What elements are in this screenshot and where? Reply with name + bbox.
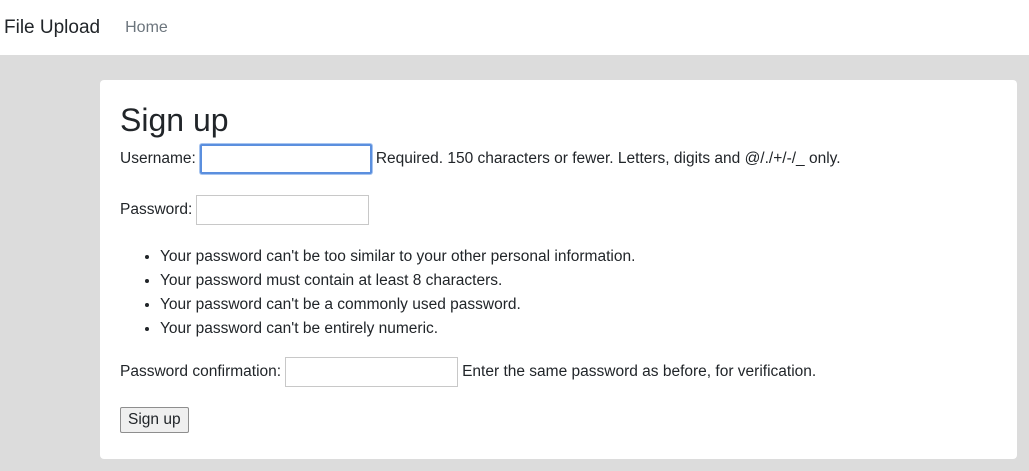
password-rules-list: Your password can't be too similar to yo… (120, 245, 997, 341)
username-input[interactable] (199, 144, 372, 174)
password-confirmation-input[interactable] (285, 357, 459, 387)
password-rule: Your password can't be too similar to yo… (160, 245, 997, 269)
username-help-text: Required. 150 characters or fewer. Lette… (375, 150, 841, 167)
brand-link[interactable]: File Upload (4, 17, 100, 39)
password-confirmation-label: Password confirmation: (120, 363, 282, 380)
page-title: Sign up (120, 102, 229, 138)
confirm-help-text: Enter the same password as before, for v… (462, 363, 817, 380)
username-row: Username: Required. 150 characters or fe… (120, 144, 997, 174)
password-rule: Your password can't be entirely numeric. (160, 317, 997, 341)
navbar: File Upload Home (0, 0, 1029, 55)
password-rule: Your password can't be a commonly used p… (160, 293, 997, 317)
password-rule: Your password must contain at least 8 ch… (160, 269, 997, 293)
password-input[interactable] (196, 195, 370, 225)
nav-home-link[interactable]: Home (125, 19, 168, 37)
confirm-row: Password confirmation: Enter the same pa… (120, 357, 997, 387)
signup-card: Sign up Username: Required. 150 characte… (100, 80, 1017, 459)
signup-button[interactable]: Sign up (120, 407, 189, 433)
password-label: Password: (120, 201, 193, 218)
password-row: Password: (120, 195, 997, 225)
username-label: Username: (120, 150, 196, 167)
